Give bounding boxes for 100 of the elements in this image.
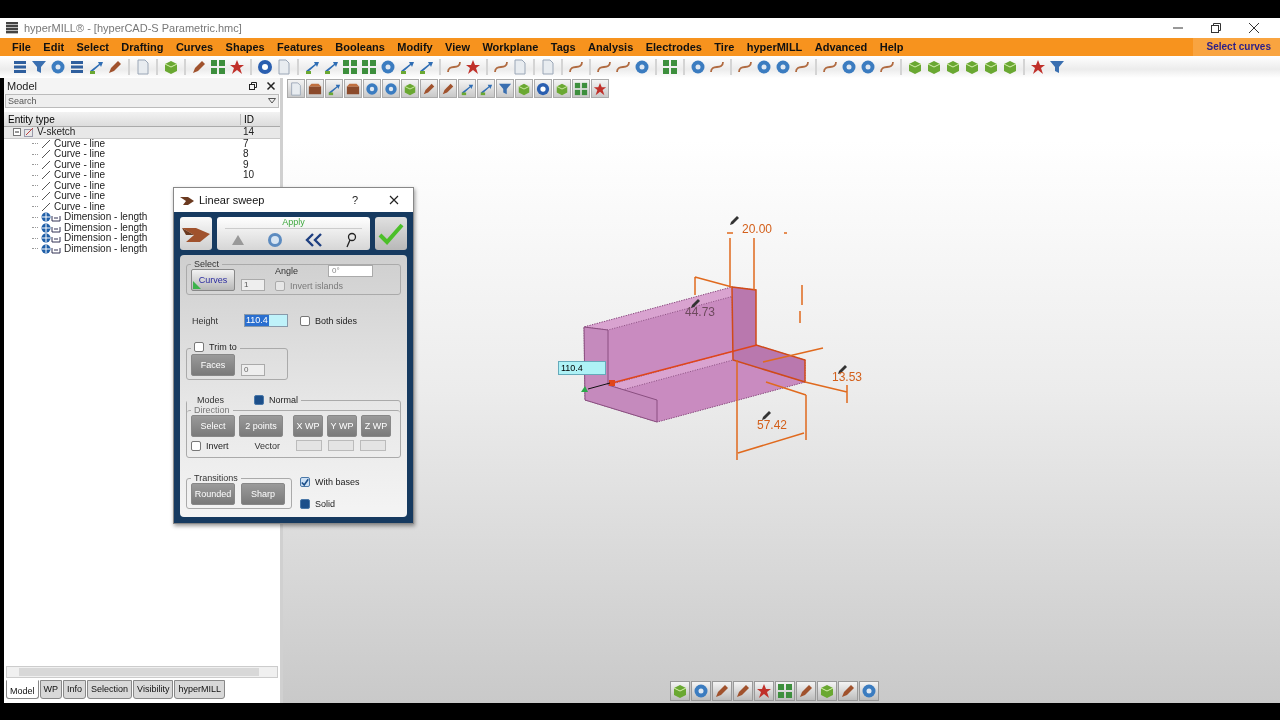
menu-item[interactable]: View bbox=[445, 41, 470, 53]
tree-item[interactable]: Curve - line bbox=[54, 138, 106, 149]
cube-icon[interactable] bbox=[926, 59, 942, 75]
menu-item[interactable]: Booleans bbox=[335, 41, 385, 53]
close-icon[interactable] bbox=[266, 81, 276, 91]
star-icon[interactable] bbox=[1030, 59, 1046, 75]
restore-icon[interactable] bbox=[1210, 22, 1222, 34]
height-field[interactable]: 110.4 bbox=[244, 314, 288, 327]
gear-icon[interactable] bbox=[775, 59, 791, 75]
tree-item[interactable]: Dimension - length bbox=[64, 233, 148, 244]
cube-icon[interactable] bbox=[555, 81, 569, 96]
menu-item[interactable]: Select bbox=[76, 41, 109, 53]
vector-field[interactable] bbox=[296, 440, 323, 451]
menu-item[interactable]: hyperMILL bbox=[746, 41, 803, 53]
curve-icon[interactable] bbox=[568, 59, 584, 75]
angle-field[interactable]: 0° bbox=[328, 265, 374, 277]
gear-icon[interactable] bbox=[266, 231, 283, 248]
dropdown-icon[interactable] bbox=[268, 98, 276, 104]
arrow-icon[interactable] bbox=[88, 59, 104, 75]
vector-field[interactable] bbox=[328, 440, 355, 451]
tree-item[interactable]: Dimension - length bbox=[64, 212, 148, 223]
grid-icon[interactable] bbox=[777, 683, 793, 699]
column-header[interactable]: ID bbox=[241, 113, 280, 125]
gear-icon[interactable] bbox=[50, 59, 66, 75]
pencil-icon[interactable] bbox=[691, 299, 700, 308]
height-input[interactable]: 110.4 bbox=[558, 361, 606, 375]
checkbox[interactable] bbox=[194, 342, 204, 352]
menu-item[interactable]: Tags bbox=[550, 41, 576, 53]
horizontal-scrollbar[interactable] bbox=[6, 666, 278, 678]
tree-item[interactable]: Curve - line bbox=[54, 191, 106, 202]
gear-icon[interactable] bbox=[690, 59, 706, 75]
panel-tab[interactable]: Model bbox=[6, 680, 39, 699]
pencil-icon[interactable] bbox=[191, 59, 207, 75]
cube-icon[interactable] bbox=[983, 59, 999, 75]
panel-tab[interactable]: Visibility bbox=[133, 680, 174, 699]
close-icon[interactable] bbox=[1248, 22, 1260, 34]
cube-icon[interactable] bbox=[907, 59, 923, 75]
tree-item[interactable]: Curve - line bbox=[54, 170, 106, 181]
collapse-icon[interactable] bbox=[13, 128, 21, 137]
tree-item[interactable]: Curve - line bbox=[54, 159, 106, 170]
panel-tab[interactable]: WP bbox=[39, 680, 62, 699]
tree-item[interactable]: Curve - line bbox=[54, 201, 106, 212]
grid-icon[interactable] bbox=[342, 59, 358, 75]
curve-icon[interactable] bbox=[822, 59, 838, 75]
curve-icon[interactable] bbox=[879, 59, 895, 75]
cube-icon[interactable] bbox=[819, 683, 835, 699]
tree-item[interactable]: Curve - line bbox=[54, 149, 106, 160]
menu-item[interactable]: File bbox=[12, 41, 31, 53]
panel-tab[interactable]: Info bbox=[63, 680, 87, 699]
arrow-icon[interactable] bbox=[418, 59, 434, 75]
box-icon[interactable] bbox=[346, 81, 360, 96]
panel-tab[interactable]: hyperMILL bbox=[174, 680, 225, 699]
help-button[interactable]: ? bbox=[351, 194, 358, 206]
checkbox[interactable] bbox=[254, 395, 264, 405]
gear-icon[interactable] bbox=[841, 59, 857, 75]
layers-icon[interactable] bbox=[12, 59, 28, 75]
grid-icon[interactable] bbox=[574, 81, 588, 96]
search-field[interactable]: Search bbox=[5, 94, 279, 108]
curve-icon[interactable] bbox=[493, 59, 509, 75]
menu-item[interactable]: Advanced bbox=[814, 41, 868, 53]
menu-item[interactable]: Features bbox=[277, 41, 323, 53]
pencil-icon[interactable] bbox=[107, 59, 123, 75]
close-icon[interactable] bbox=[389, 195, 399, 205]
cube-icon[interactable] bbox=[964, 59, 980, 75]
tree-item[interactable]: V-sketch bbox=[37, 127, 76, 138]
tree-item[interactable]: Dimension - length bbox=[64, 222, 148, 233]
curve-icon[interactable] bbox=[794, 59, 810, 75]
grid-icon[interactable] bbox=[662, 59, 678, 75]
checkbox[interactable] bbox=[300, 315, 310, 326]
gear-icon[interactable] bbox=[384, 81, 398, 96]
gear-icon[interactable] bbox=[756, 59, 772, 75]
box-icon[interactable] bbox=[308, 81, 322, 96]
double-chevron-icon[interactable] bbox=[304, 232, 323, 247]
grid-icon[interactable] bbox=[361, 59, 377, 75]
arrow-icon[interactable] bbox=[399, 59, 415, 75]
gear-icon[interactable] bbox=[380, 59, 396, 75]
gear-icon[interactable] bbox=[365, 81, 379, 96]
pencil-icon[interactable] bbox=[762, 411, 771, 420]
star-icon[interactable] bbox=[593, 81, 607, 96]
column-header[interactable]: Entity type bbox=[4, 113, 241, 125]
menu-item[interactable]: Tire bbox=[714, 41, 735, 53]
curve-icon[interactable] bbox=[709, 59, 725, 75]
menu-item[interactable]: Help bbox=[879, 41, 904, 53]
tree-item[interactable]: Curve - line bbox=[54, 180, 106, 191]
star-icon[interactable] bbox=[465, 59, 481, 75]
menu-item[interactable]: Electrodes bbox=[645, 41, 702, 53]
sweep-button[interactable] bbox=[180, 217, 212, 250]
layers-icon[interactable] bbox=[69, 59, 85, 75]
cube-icon[interactable] bbox=[945, 59, 961, 75]
funnel-icon[interactable] bbox=[498, 81, 512, 96]
search-icon[interactable] bbox=[344, 231, 357, 248]
cube-icon[interactable] bbox=[163, 59, 179, 75]
gear-icon[interactable] bbox=[634, 59, 650, 75]
gear-icon[interactable] bbox=[693, 683, 709, 699]
menu-item[interactable]: Edit bbox=[43, 41, 65, 53]
star-icon[interactable] bbox=[756, 683, 772, 699]
arrow-icon[interactable] bbox=[304, 59, 320, 75]
funnel-icon[interactable] bbox=[1049, 59, 1065, 75]
dimension-label[interactable]: 20.00 bbox=[742, 222, 772, 236]
cube-icon[interactable] bbox=[672, 683, 688, 699]
